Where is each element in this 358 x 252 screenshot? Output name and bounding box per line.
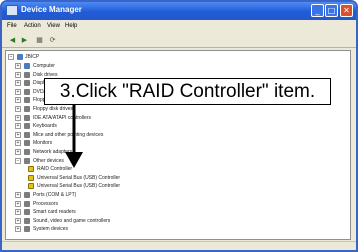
- computer-icon: [17, 54, 23, 60]
- tree-item-label: Universal Serial Bus (USB) Controller: [37, 174, 121, 181]
- tree-item-label: Ports (COM & LPT): [33, 192, 77, 198]
- instruction-callout: 3.Click "RAID Controller" item.: [44, 78, 331, 105]
- network-icon: [24, 149, 30, 155]
- expand-icon[interactable]: +: [15, 209, 21, 216]
- collapse-icon[interactable]: −: [8, 54, 14, 60]
- expand-icon[interactable]: +: [15, 97, 21, 104]
- refresh-icon[interactable]: ⟳: [48, 36, 57, 45]
- cpu-icon: [24, 200, 30, 207]
- expand-icon[interactable]: +: [15, 131, 21, 138]
- status-bar: [2, 241, 356, 250]
- cdrom-icon: [24, 88, 30, 95]
- close-button[interactable]: ✕: [340, 4, 353, 17]
- expand-icon[interactable]: +: [15, 88, 21, 95]
- window-title: Device Manager: [21, 5, 82, 14]
- menu-action[interactable]: Action: [24, 23, 41, 29]
- expand-icon[interactable]: +: [15, 226, 21, 233]
- warning-device-icon: [28, 166, 34, 173]
- mouse-icon: [24, 131, 30, 138]
- toolbar: ◀ ▶ ▦ ⟳: [2, 33, 356, 48]
- sound-icon: [24, 217, 30, 224]
- expand-icon[interactable]: +: [15, 217, 21, 224]
- expand-icon[interactable]: +: [15, 200, 21, 207]
- arrow-head: [65, 152, 83, 168]
- properties-icon[interactable]: ▦: [35, 36, 44, 45]
- expand-icon[interactable]: +: [15, 123, 21, 130]
- tree-item-label: Computer: [33, 63, 55, 69]
- tree-item-label: Universal Serial Bus (USB) Controller: [37, 183, 121, 190]
- device-manager-icon: [6, 5, 18, 16]
- display-icon: [24, 80, 30, 87]
- menu-view[interactable]: View: [47, 23, 60, 29]
- floppy-icon: [24, 97, 30, 104]
- forward-icon[interactable]: ▶: [20, 36, 29, 45]
- maximize-button[interactable]: □: [325, 4, 338, 17]
- expand-icon[interactable]: +: [15, 80, 21, 87]
- disk-icon: [24, 71, 30, 78]
- pointer-arrow-icon: [65, 105, 83, 168]
- tree-item-label: System devices: [33, 226, 69, 233]
- tree-item-label: Smart card readers: [33, 209, 76, 216]
- monitor-icon: [24, 140, 30, 147]
- system-icon: [24, 226, 30, 233]
- tree-item-label: Keyboards: [33, 123, 57, 130]
- unknown-device-icon: [24, 157, 30, 164]
- tree-item-label: Monitors: [33, 140, 53, 147]
- minimize-button[interactable]: _: [311, 4, 324, 17]
- expand-icon[interactable]: +: [15, 140, 21, 147]
- menu-file[interactable]: File: [7, 23, 17, 29]
- tree-item-label: Processors: [33, 200, 59, 207]
- expand-icon[interactable]: +: [15, 106, 21, 112]
- expand-icon[interactable]: +: [15, 71, 21, 78]
- device-manager-window: Device Manager _ □ ✕ File Action View He…: [0, 0, 358, 252]
- expand-icon[interactable]: +: [15, 63, 21, 69]
- tree-root-label: JBICP: [25, 54, 40, 60]
- port-icon: [24, 192, 30, 198]
- menu-bar: File Action View Help: [2, 20, 356, 33]
- ide-icon: [24, 114, 30, 121]
- back-icon[interactable]: ◀: [8, 36, 17, 45]
- expand-icon[interactable]: +: [15, 192, 21, 198]
- collapse-icon[interactable]: −: [15, 157, 21, 164]
- tree-item-label: Sound, video and game controllers: [33, 217, 111, 224]
- title-bar[interactable]: Device Manager _ □ ✕: [2, 2, 356, 20]
- expand-icon[interactable]: +: [15, 149, 21, 155]
- expand-icon[interactable]: +: [15, 114, 21, 121]
- card-icon: [24, 209, 30, 216]
- keyboard-icon: [24, 123, 30, 130]
- floppy-icon: [24, 106, 30, 112]
- warning-device-icon: [28, 174, 34, 181]
- computer-icon: [24, 63, 30, 69]
- menu-help[interactable]: Help: [65, 23, 77, 29]
- warning-device-icon: [28, 183, 34, 190]
